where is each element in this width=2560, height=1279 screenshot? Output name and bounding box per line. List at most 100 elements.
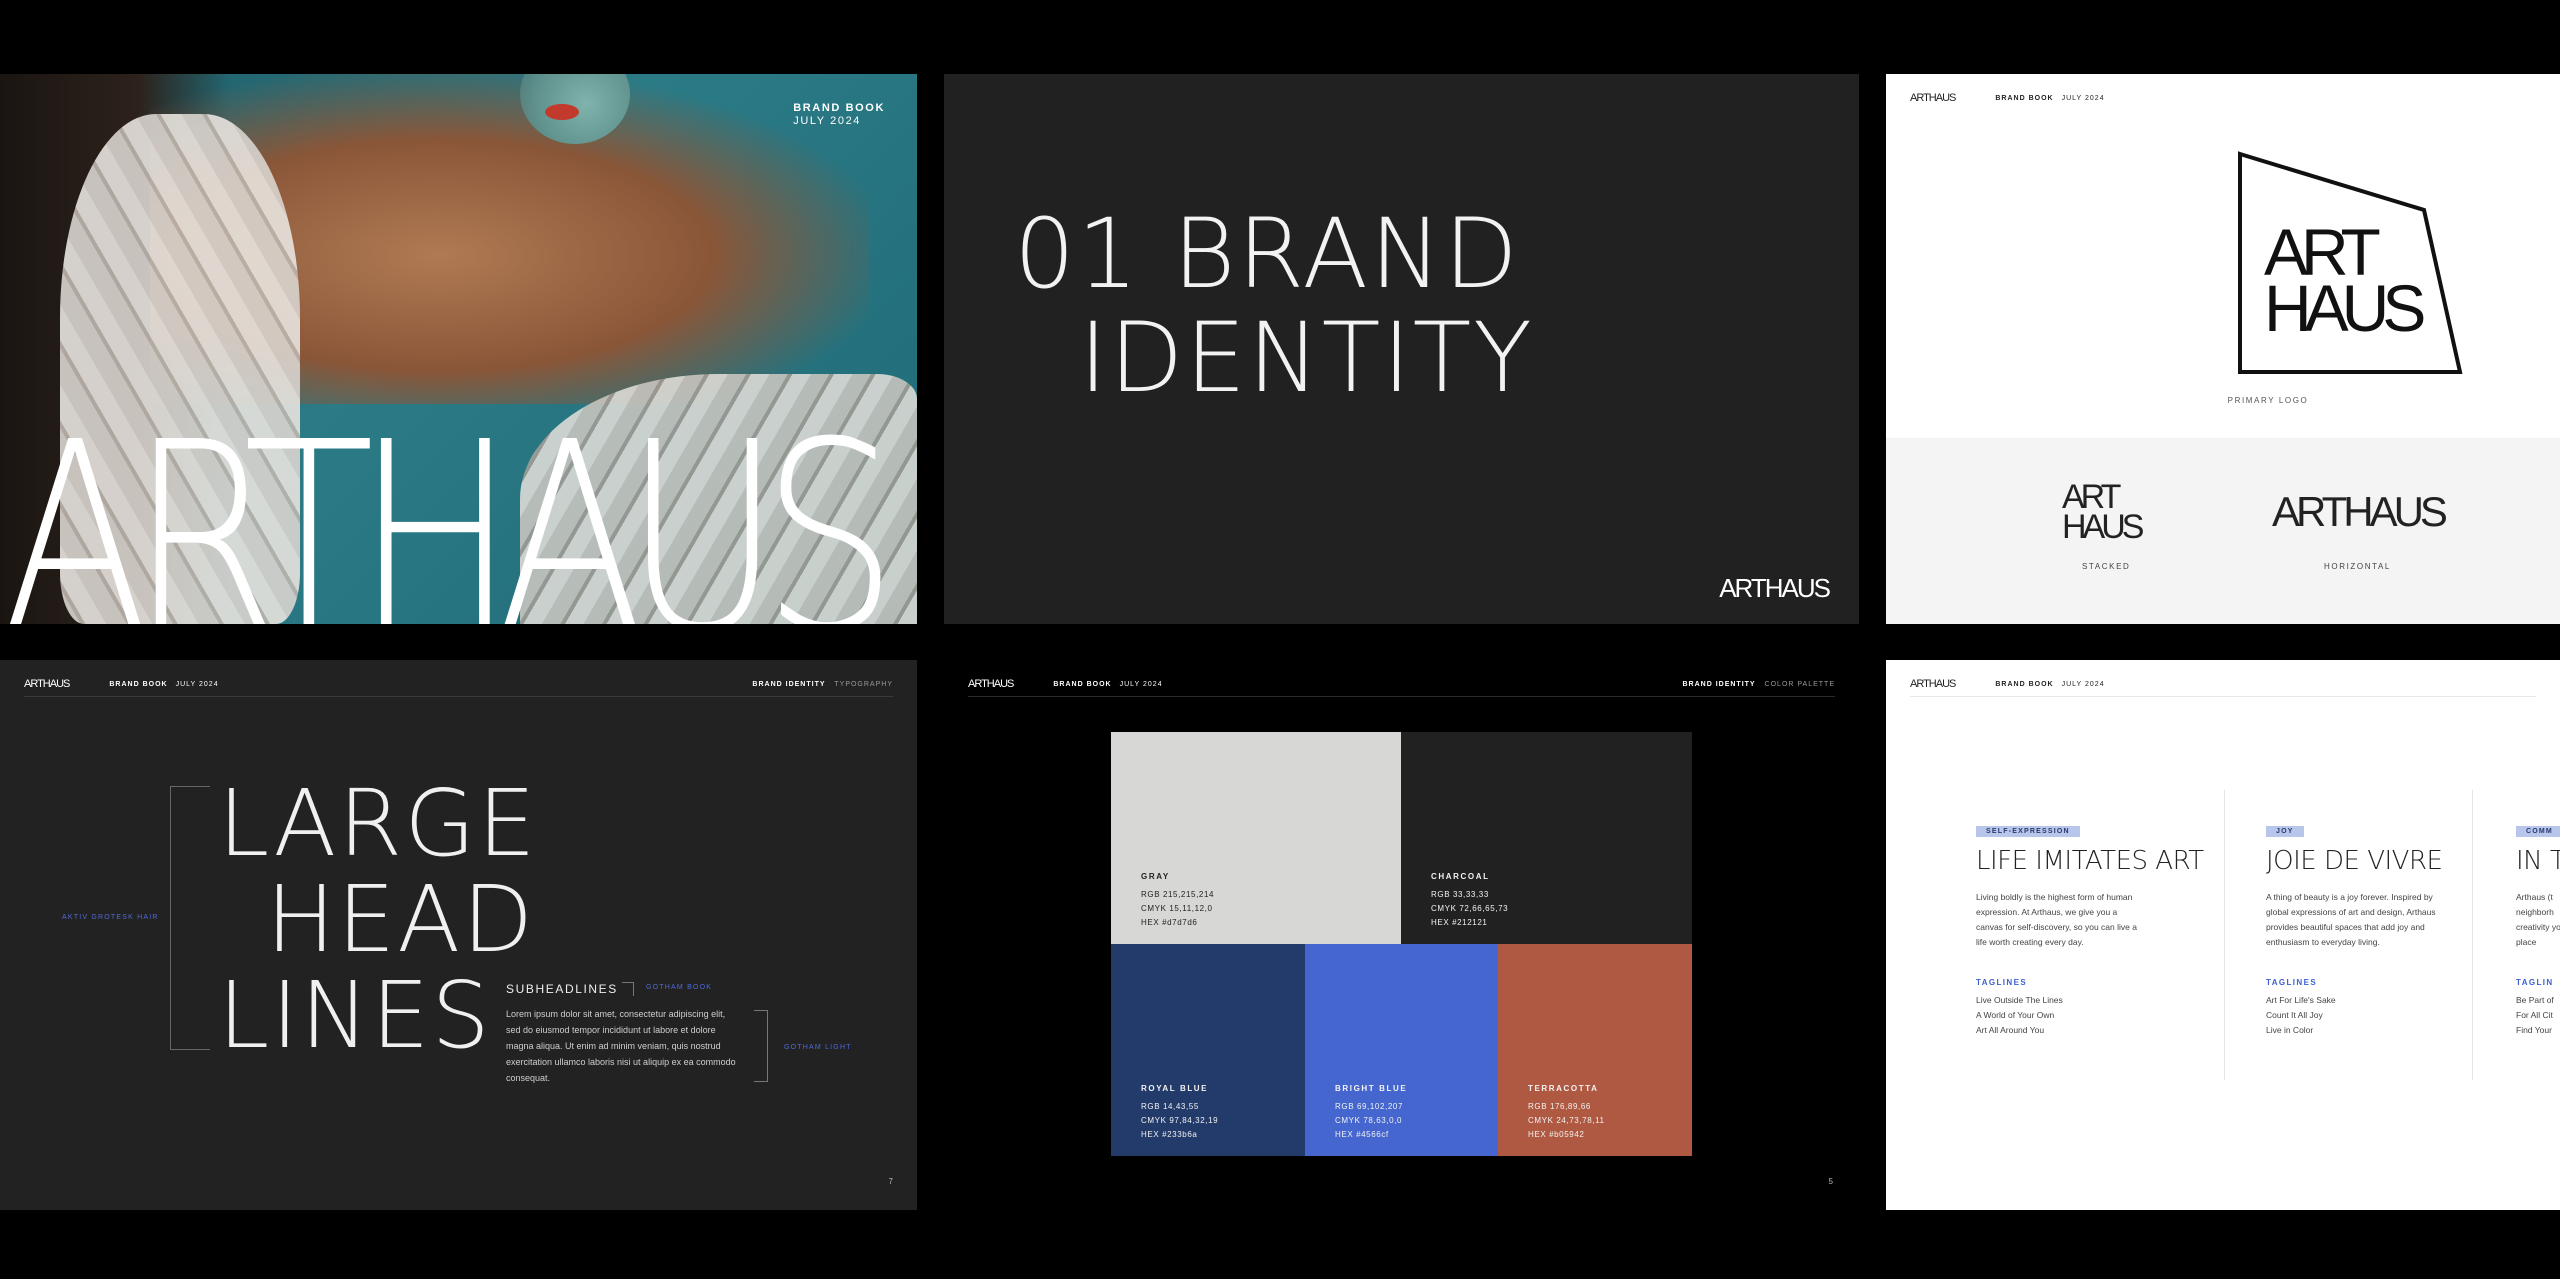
swatch-cmyk: CMYK 72,66,65,73 [1431,904,1509,913]
tagline: Find Your [2516,1025,2552,1035]
header-breadcrumb: BRAND IDENTITY COLOR PALETTE [1682,681,1835,688]
column-divider [2472,790,2473,1080]
swatch-name: GRAY [1141,872,1170,881]
slide-header: ARTHAUS BRAND BOOK JULY 2024 BRAND IDENT… [968,674,1835,694]
cover-slide[interactable]: BRAND BOOK JULY 2024 ARTHAUS [0,74,917,624]
horizontal-caption: HORIZONTAL [2324,562,2391,571]
swatch-cmyk: CMYK 15,11,12,0 [1141,904,1213,913]
voice-title: JOIE DE VIVRE [2266,846,2443,876]
voice-title: LIFE IMITATES ART [1976,846,2204,876]
horizontal-logo: ARTHAUS [2272,488,2448,535]
logo-variants-panel: ART HAUS STACKED ARTHAUS HORIZONTAL [1886,438,2560,624]
header-divider [968,696,1835,697]
header-book: BRAND BOOK [1995,94,2054,102]
swatch-rgb: RGB 176,89,66 [1528,1102,1591,1111]
swatch-hex: HEX #d7d7d6 [1141,918,1198,927]
swatch-cmyk: CMYK 24,73,78,11 [1528,1116,1605,1125]
logo-slide[interactable]: ARTHAUS BRAND BOOK JULY 2024 ART HAUS PR… [1886,74,2560,624]
swatch-rgb: RGB 14,43,55 [1141,1102,1199,1111]
header-date: JULY 2024 [175,680,219,688]
subheadline-bracket [622,982,634,996]
tagline: Art All Around You [1976,1025,2045,1035]
primary-logo-text: ART HAUS [2264,219,2426,341]
body-bracket [754,1010,768,1082]
swatch-gray: GRAY RGB 215,215,214 CMYK 15,11,12,0 HEX… [1111,732,1401,944]
cover-meta: BRAND BOOK JULY 2024 [793,102,885,128]
slide-header: ARTHAUS BRAND BOOK JULY 2024 [1910,88,2536,108]
taglines-label: TAGLINES [2266,978,2318,987]
swatch-royal-blue: ROYAL BLUE RGB 14,43,55 CMYK 97,84,32,19… [1111,944,1305,1156]
voice-column-2: JOY JOIE DE VIVRE A thing of beauty is a… [2266,820,2466,1038]
header-breadcrumb: BRAND IDENTITY TYPOGRAPHY [752,681,893,688]
taglines-list: Be Part of For All Cit Find Your [2516,993,2560,1038]
swatch-hex: HEX #b05942 [1528,1130,1585,1139]
header-date: JULY 2024 [2061,680,2105,688]
voice-title: IN T [2516,846,2560,876]
headline-line-2: HEAD [266,866,536,973]
swatch-cmyk: CMYK 97,84,32,19 [1141,1116,1219,1125]
header-logo: ARTHAUS [24,678,70,690]
swatch-terracotta: TERRACOTTA RGB 176,89,66 CMYK 24,73,78,1… [1498,944,1692,1156]
column-divider [2224,790,2225,1080]
headline-line-1: LARGE [218,770,538,877]
headline-bracket [170,786,210,1050]
swatch-name: CHARCOAL [1431,872,1490,881]
breadcrumb-page: COLOR PALETTE [1764,680,1835,688]
large-headlines-sample: LARGE HEAD LINES [218,776,538,1064]
primary-logo-caption: PRIMARY LOGO [2227,396,2309,405]
voice-body: Living boldly is the highest form of hum… [1976,892,2137,947]
tagline: Be Part of [2516,995,2554,1005]
voice-body: Arthaus (t neighborh creativity your pla… [2516,892,2560,947]
section-slide[interactable]: 01 BRAND IDENTITY ARTHAUS [944,74,1859,624]
header-logo: ARTHAUS [968,678,1014,690]
taglines-list: Live Outside The Lines A World of Your O… [1976,993,2176,1038]
swatch-name: TERRACOTTA [1528,1084,1599,1093]
typography-slide[interactable]: ARTHAUS BRAND BOOK JULY 2024 BRAND IDENT… [0,660,917,1210]
cover-title: ARTHAUS [2,386,898,625]
page-number: 7 [888,1177,893,1186]
taglines-list: Art For Life's Sake Count It All Joy Liv… [2266,993,2466,1038]
voice-column-3: COMM IN T Arthaus (t neighborh creativit… [2516,820,2560,1038]
tagline: A World of Your Own [1976,1010,2055,1020]
swatch-hex: HEX #4566cf [1335,1130,1389,1139]
stacked-logo: ART HAUS [2062,480,2144,546]
voice-slide[interactable]: ARTHAUS BRAND BOOK JULY 2024 SELF-EXPRES… [1886,660,2560,1210]
headline-line-3: LINES [218,962,492,1069]
swatch-rgb: RGB 215,215,214 [1141,890,1215,899]
cover-photo-lips [545,104,579,120]
font-note-headline: AKTIV GROTESK HAIR [62,914,159,921]
taglines-label: TAGLINES [1976,978,2028,987]
header-divider [24,696,893,697]
voice-body: A thing of beauty is a joy forever. Insp… [2266,892,2436,947]
tagline: For All Cit [2516,1010,2553,1020]
section-title-line1: 01 BRAND [1014,198,1520,310]
voice-tag: COMM [2516,826,2560,837]
slide-header: ARTHAUS BRAND BOOK JULY 2024 [1910,674,2536,694]
section-title-line2: IDENTITY [1079,302,1534,414]
breadcrumb-page: TYPOGRAPHY [834,680,893,688]
subheadline-sample: SUBHEADLINES [506,982,618,996]
stacked-logo-bottom: HAUS [2062,508,2144,546]
taglines-label: TAGLIN [2516,978,2554,987]
body-copy-sample: Lorem ipsum dolor sit amet, consectetur … [506,1009,736,1083]
breadcrumb-section: BRAND IDENTITY [1682,680,1756,688]
section-title: 01 BRAND IDENTITY [1014,202,1534,410]
swatch-bright-blue: BRIGHT BLUE RGB 69,102,207 CMYK 78,63,0,… [1305,944,1498,1156]
voice-tag: JOY [2266,826,2304,837]
voice-column-1: SELF-EXPRESSION LIFE IMITATES ART Living… [1976,820,2204,1038]
stacked-caption: STACKED [2082,562,2131,571]
palette-slide[interactable]: ARTHAUS BRAND BOOK JULY 2024 BRAND IDENT… [944,660,1859,1210]
swatch-rgb: RGB 33,33,33 [1431,890,1489,899]
swatch-hex: HEX #212121 [1431,918,1488,927]
cover-meta-title: BRAND BOOK [793,102,885,114]
swatch-hex: HEX #233b6a [1141,1130,1198,1139]
cover-meta-date: JULY 2024 [793,115,862,127]
header-logo: ARTHAUS [1910,678,1956,690]
font-note-body: GOTHAM LIGHT [784,1044,852,1051]
header-date: JULY 2024 [2061,94,2105,102]
header-logo: ARTHAUS [1910,92,1956,104]
page-number: 5 [1828,1177,1833,1186]
header-date: JULY 2024 [1119,680,1163,688]
tagline: Live in Color [2266,1025,2314,1035]
breadcrumb-section: BRAND IDENTITY [752,680,826,688]
